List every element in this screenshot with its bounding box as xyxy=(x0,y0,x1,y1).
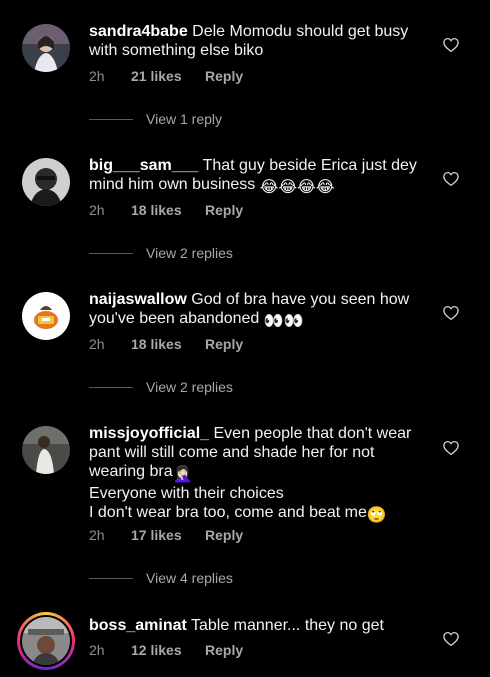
view-replies-label: View 1 reply xyxy=(146,111,223,127)
comment-username[interactable]: naijaswallow xyxy=(89,291,187,308)
heart-outline-icon[interactable] xyxy=(442,439,460,457)
avatar xyxy=(22,617,70,665)
avatar-image xyxy=(22,24,70,72)
comment-body: sandra4babe Dele Momodu should get busy … xyxy=(89,22,429,60)
divider-line xyxy=(89,577,133,579)
heart-outline-icon[interactable] xyxy=(442,170,460,188)
avatar-image xyxy=(22,292,70,340)
comment-likes[interactable]: 21 likes xyxy=(131,68,205,84)
divider-line xyxy=(89,252,133,254)
view-replies-button[interactable]: View 2 replies xyxy=(89,245,233,261)
comment-emoji: 🤦🏻‍♀️ xyxy=(172,466,193,483)
avatar-image xyxy=(22,158,70,206)
comment-time: 2h xyxy=(89,527,105,543)
avatar[interactable] xyxy=(22,24,70,72)
comment-text-line: Everyone with their choices xyxy=(89,485,284,502)
comment-body: missjoyofficial_ Even people that don't … xyxy=(89,424,429,525)
view-replies-button[interactable]: View 2 replies xyxy=(89,379,233,395)
comment-likes[interactable]: 12 likes xyxy=(131,642,205,658)
comment-meta: 2h 12 likes Reply xyxy=(89,642,243,658)
comment-username[interactable]: big___sam___ xyxy=(89,157,198,174)
comment-body: boss_aminat Table manner... they no get xyxy=(89,616,429,635)
comment-username[interactable]: missjoyofficial_ xyxy=(89,425,209,442)
view-replies-label: View 2 replies xyxy=(146,379,233,395)
story-ring[interactable] xyxy=(17,612,75,670)
view-replies-label: View 2 replies xyxy=(146,245,233,261)
view-replies-button[interactable]: View 4 replies xyxy=(89,570,233,586)
reply-button[interactable]: Reply xyxy=(205,68,243,84)
comment-meta: 2h 21 likes Reply xyxy=(89,68,243,84)
heart-outline-icon[interactable] xyxy=(442,36,460,54)
comment-likes[interactable]: 18 likes xyxy=(131,336,205,352)
avatar[interactable] xyxy=(22,426,70,474)
avatar[interactable] xyxy=(22,292,70,340)
comment-emoji: 🙄 xyxy=(366,507,387,524)
avatar[interactable] xyxy=(22,158,70,206)
comment-time: 2h xyxy=(89,202,105,218)
reply-button[interactable]: Reply xyxy=(205,527,243,543)
comment-username[interactable]: sandra4babe xyxy=(89,23,188,40)
comment-time: 2h xyxy=(89,68,105,84)
comment-time: 2h xyxy=(89,336,105,352)
view-replies-button[interactable]: View 1 reply xyxy=(89,111,222,127)
comment-meta: 2h 18 likes Reply xyxy=(89,336,243,352)
comment-text-line: I don't wear bra too, come and beat me xyxy=(89,504,367,521)
reply-button[interactable]: Reply xyxy=(205,642,243,658)
comment-body: naijaswallow God of bra have you seen ho… xyxy=(89,290,429,331)
comment-likes[interactable]: 17 likes xyxy=(131,527,205,543)
comment-text: Table manner... they no get xyxy=(190,617,384,634)
comment-likes[interactable]: 18 likes xyxy=(131,202,205,218)
heart-outline-icon[interactable] xyxy=(442,304,460,322)
divider-line xyxy=(89,386,133,388)
comment-meta: 2h 18 likes Reply xyxy=(89,202,243,218)
avatar-image xyxy=(22,426,70,474)
comment-meta: 2h 17 likes Reply xyxy=(89,527,243,543)
comment-emoji: 😂😂😂😂 xyxy=(259,179,335,196)
reply-button[interactable]: Reply xyxy=(205,202,243,218)
divider-line xyxy=(89,118,133,120)
comment-time: 2h xyxy=(89,642,105,658)
comment-username[interactable]: boss_aminat xyxy=(89,617,187,634)
avatar-image xyxy=(22,617,70,665)
heart-outline-icon[interactable] xyxy=(442,630,460,648)
comment-body: big___sam___ That guy beside Erica just … xyxy=(89,156,429,197)
comment-emoji: 👀👀 xyxy=(263,313,304,330)
view-replies-label: View 4 replies xyxy=(146,570,233,586)
reply-button[interactable]: Reply xyxy=(205,336,243,352)
